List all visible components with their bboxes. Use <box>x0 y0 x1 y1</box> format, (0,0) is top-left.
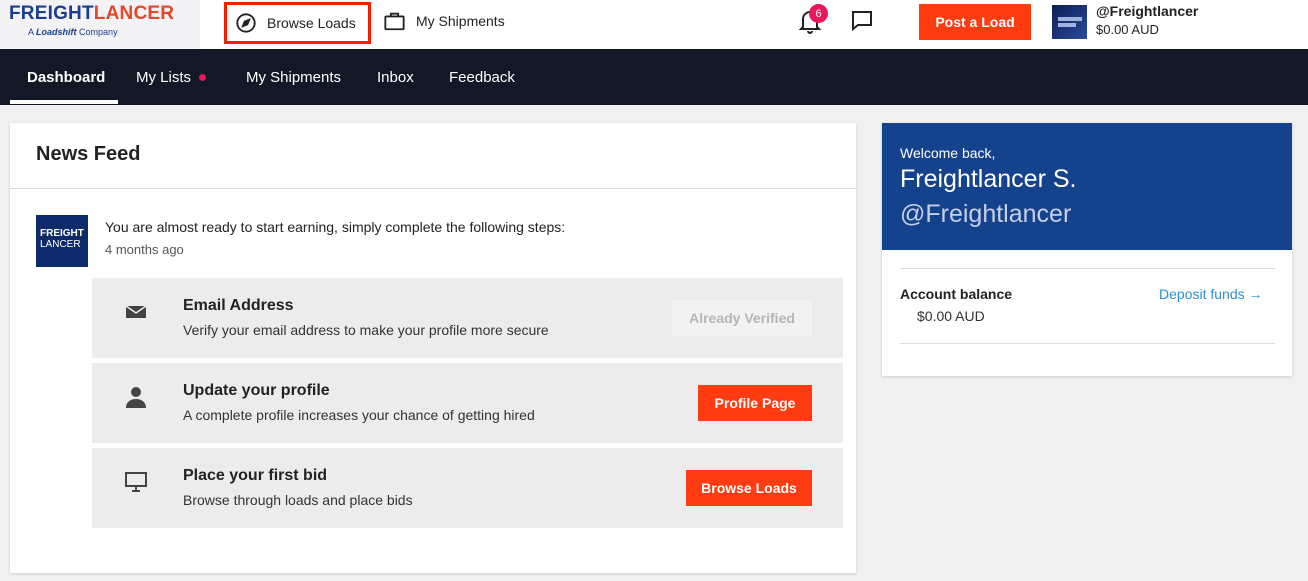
step-description: Verify your email address to make your p… <box>183 322 549 338</box>
briefcase-icon <box>384 12 405 31</box>
browse-loads-link[interactable]: Browse Loads <box>224 2 371 44</box>
main-nav: Dashboard My Lists My Shipments Inbox Fe… <box>0 49 1308 105</box>
top-bar: FREIGHTLANCER A Loadshift Company Browse… <box>0 0 1308 49</box>
account-balance-label: Account balance <box>900 286 1013 302</box>
feed-timestamp: 4 months ago <box>105 242 184 257</box>
news-feed-card: News Feed FREIGHT LANCER You are almost … <box>10 123 856 573</box>
tab-my-shipments[interactable]: My Shipments <box>246 49 341 105</box>
envelope-icon <box>125 305 147 318</box>
divider <box>10 188 856 189</box>
user-balance: $0.00 AUD <box>1096 22 1159 37</box>
tab-dashboard[interactable]: Dashboard <box>27 49 105 105</box>
divider <box>900 343 1275 344</box>
welcome-label: Welcome back, <box>900 145 996 161</box>
step-description: A complete profile increases your chance… <box>183 407 535 423</box>
step-title: Place your first bid <box>183 467 328 484</box>
unread-dot <box>199 73 207 81</box>
active-tab-indicator <box>10 100 118 104</box>
step-title: Email Address <box>183 297 294 314</box>
tab-inbox[interactable]: Inbox <box>377 49 414 105</box>
feed-logo-line1: FREIGHT <box>40 228 84 239</box>
person-icon <box>126 387 146 408</box>
feed-logo: FREIGHT LANCER <box>36 215 88 267</box>
logo-wordmark: FREIGHTLANCER <box>9 3 175 24</box>
step-email-address: Email Address Verify your email address … <box>92 278 843 358</box>
welcome-handle: @Freightlancer <box>900 200 1072 228</box>
browse-loads-button[interactable]: Browse Loads <box>686 470 812 506</box>
avatar-logo-icon <box>1057 17 1082 27</box>
already-verified-button: Already Verified <box>672 300 812 336</box>
divider <box>900 268 1275 269</box>
welcome-name: Freightlancer S. <box>900 165 1077 193</box>
welcome-header: Welcome back, Freightlancer S. @Freightl… <box>882 123 1292 250</box>
profile-page-button[interactable]: Profile Page <box>698 385 812 421</box>
notification-badge: 6 <box>809 4 828 23</box>
account-balance-value: $0.00 AUD <box>917 308 985 324</box>
step-title: Update your profile <box>183 382 330 399</box>
logo-tagline: A Loadshift Company <box>28 27 118 37</box>
tab-my-lists[interactable]: My Lists <box>136 49 207 105</box>
my-shipments-link[interactable]: My Shipments <box>383 8 505 34</box>
freightlancer-logo[interactable]: FREIGHTLANCER A Loadshift Company <box>0 0 200 49</box>
tab-my-lists-label: My Lists <box>136 68 192 86</box>
my-shipments-label: My Shipments <box>416 13 505 29</box>
tab-feedback[interactable]: Feedback <box>449 49 515 105</box>
user-handle[interactable]: @Freightlancer <box>1096 3 1198 19</box>
compass-icon <box>236 13 256 33</box>
monitor-icon <box>125 472 147 492</box>
deposit-funds-link[interactable]: Deposit funds → <box>1159 286 1263 302</box>
feed-message: You are almost ready to start earning, s… <box>105 219 566 235</box>
feed-logo-line2: LANCER <box>40 239 81 250</box>
step-first-bid: Place your first bid Browse through load… <box>92 448 843 528</box>
chat-icon[interactable] <box>850 9 874 33</box>
avatar[interactable] <box>1052 5 1087 39</box>
post-a-load-button[interactable]: Post a Load <box>919 4 1031 40</box>
welcome-card: Welcome back, Freightlancer S. @Freightl… <box>882 123 1292 376</box>
step-update-profile: Update your profile A complete profile i… <box>92 363 843 443</box>
news-feed-title: News Feed <box>36 143 141 165</box>
browse-loads-label: Browse Loads <box>267 15 356 31</box>
step-description: Browse through loads and place bids <box>183 492 413 508</box>
